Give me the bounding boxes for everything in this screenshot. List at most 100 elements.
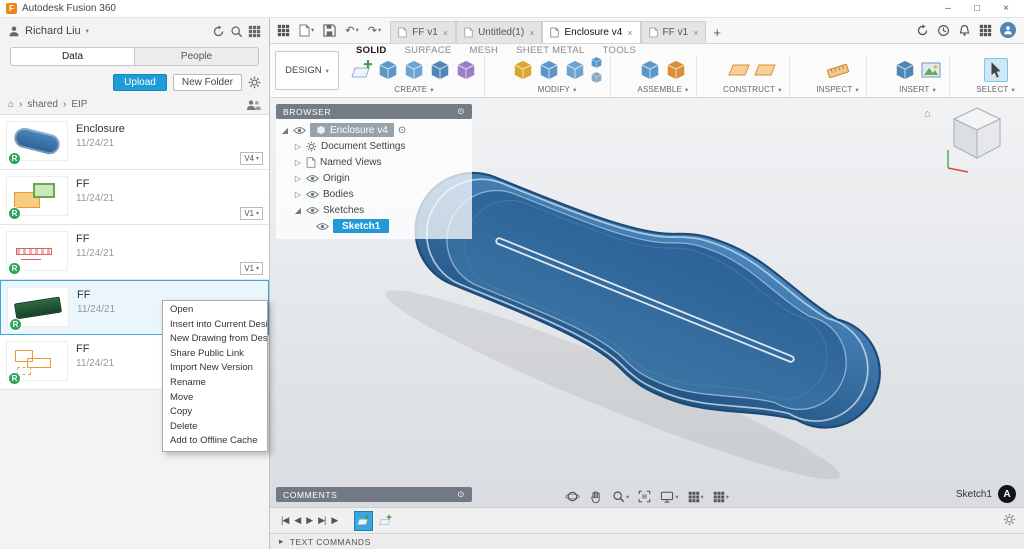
undo-button[interactable]: ↶▾ (342, 20, 361, 40)
new-tab-button[interactable]: + (706, 21, 728, 43)
assistant-icon[interactable]: A (998, 485, 1016, 503)
version-chip[interactable]: V1 ▾ (240, 207, 263, 220)
tab-close-icon[interactable]: × (627, 28, 632, 38)
search-icon[interactable] (230, 25, 243, 38)
select-cursor-icon[interactable] (987, 61, 1005, 79)
redo-button[interactable]: ↷▾ (365, 20, 384, 40)
visibility-eye-icon[interactable] (306, 174, 319, 183)
apps-grid-icon[interactable] (979, 24, 992, 37)
shell-icon[interactable] (564, 59, 586, 81)
timeline-skip-end-button[interactable]: ▶| (315, 515, 328, 526)
orbit-button[interactable] (565, 489, 580, 504)
visibility-eye-icon[interactable] (306, 206, 319, 215)
browser-node-sketches[interactable]: ◢ Sketches (276, 202, 472, 218)
box-icon[interactable] (377, 59, 399, 81)
revolve-icon[interactable] (429, 59, 451, 81)
doc-tab-ff-v1-2[interactable]: FF v1 × (641, 21, 707, 43)
timeline-step-back-button[interactable]: ◀ (291, 515, 303, 526)
user-name-menu[interactable]: Richard Liu (25, 25, 81, 37)
version-chip[interactable]: V1 ▾ (240, 262, 263, 275)
joint-icon[interactable] (665, 59, 687, 81)
tree-expanded-icon[interactable]: ◢ (294, 206, 302, 215)
workspace-switcher-button[interactable]: DESIGN ▾ (275, 51, 339, 90)
browser-node-origin[interactable]: ▷ Origin (276, 170, 472, 186)
file-menu-button[interactable]: ▾ (296, 20, 317, 40)
root-component-chip[interactable]: Enclosure v4 (310, 123, 394, 137)
viewport[interactable]: BROWSER ⊙ ◢ Enclosure v4 ⊙ (270, 98, 1024, 507)
timeline-skip-start-button[interactable]: |◀ (278, 515, 291, 526)
user-avatar[interactable] (1000, 22, 1016, 38)
offset-plane-icon[interactable] (728, 59, 750, 81)
browser-header[interactable]: BROWSER ⊙ (276, 104, 472, 119)
create-form-icon[interactable] (455, 59, 477, 81)
share-people-icon[interactable] (246, 99, 261, 111)
job-status-icon[interactable] (916, 24, 929, 37)
menu-item-insert-into-current-design[interactable]: Insert into Current Design (163, 318, 267, 333)
visibility-eye-icon[interactable] (293, 126, 306, 135)
fit-button[interactable] (638, 490, 651, 503)
list-item-ff-2[interactable]: R FF 11/24/21 V1 ▾ (0, 225, 269, 280)
doc-tab-enclosure-v4-active[interactable]: Enclosure v4 × (542, 21, 640, 43)
canvas-icon[interactable] (920, 59, 942, 81)
ribbon-tab-surface[interactable]: SURFACE (405, 45, 452, 56)
group-label-inspect[interactable]: INSPECT▾ (816, 84, 859, 97)
measure-icon[interactable] (827, 59, 849, 81)
menu-item-new-drawing-from-design[interactable]: New Drawing from Design (163, 332, 267, 347)
save-button[interactable] (320, 20, 339, 40)
tree-expanded-icon[interactable]: ◢ (281, 126, 289, 135)
ribbon-tab-solid[interactable]: SOLID (356, 45, 387, 56)
clock-icon[interactable] (937, 24, 950, 37)
timeline-settings-gear-icon[interactable] (1003, 513, 1016, 529)
doc-tab-untitled-1[interactable]: Untitled(1) × (456, 21, 542, 43)
group-label-construct[interactable]: CONSTRUCT▾ (723, 84, 782, 97)
pan-button[interactable] (589, 490, 603, 504)
timeline-feature-sketch2[interactable] (376, 511, 395, 531)
viewports-button[interactable]: ▾ (713, 491, 729, 503)
close-button[interactable]: × (994, 0, 1018, 17)
list-item-enclosure[interactable]: R Enclosure 11/24/21 V4 ▾ (0, 115, 269, 170)
data-panel-toggle-button[interactable] (274, 20, 293, 40)
notification-bell-icon[interactable] (958, 24, 971, 37)
browser-node-sketch1-selected[interactable]: Sketch1 (276, 218, 472, 234)
breadcrumb-current[interactable]: EIP (71, 99, 87, 110)
visibility-eye-icon[interactable] (316, 222, 329, 231)
group-label-create[interactable]: CREATE▾ (394, 84, 434, 97)
ribbon-tab-sheet-metal[interactable]: SHEET METAL (516, 45, 584, 56)
construction-plane-icon[interactable] (754, 59, 776, 81)
browser-node-bodies[interactable]: ▷ Bodies (276, 186, 472, 202)
tree-collapsed-icon[interactable]: ▷ (294, 190, 302, 199)
breadcrumb-root[interactable]: shared (27, 99, 58, 110)
display-settings-button[interactable]: ▾ (660, 491, 678, 503)
browser-node-named-views[interactable]: ▷ Named Views (276, 154, 472, 170)
create-sketch-icon[interactable] (351, 59, 373, 81)
tab-close-icon[interactable]: × (693, 28, 698, 38)
version-chip[interactable]: V4 ▾ (240, 152, 263, 165)
grid-snap-button[interactable]: ▾ (688, 491, 704, 503)
insert-derive-icon[interactable] (894, 59, 916, 81)
offset-face-icon[interactable] (590, 71, 603, 84)
comments-panel[interactable]: COMMENTS ⊙ (276, 487, 472, 502)
tab-people[interactable]: People (135, 47, 259, 66)
zoom-button[interactable]: ▾ (612, 490, 629, 503)
menu-item-open[interactable]: Open (163, 303, 267, 318)
view-cube[interactable]: ⌂ (938, 102, 1016, 177)
panel-dock-icon[interactable]: ⊙ (457, 489, 465, 500)
list-item-ff-1[interactable]: R FF 11/24/21 V1 ▾ (0, 170, 269, 225)
tree-collapsed-icon[interactable]: ▷ (294, 142, 302, 151)
panel-settings-gear-icon[interactable] (248, 76, 261, 89)
ribbon-tab-mesh[interactable]: MESH (470, 45, 499, 56)
menu-item-add-to-offline-cache[interactable]: Add to Offline Cache (163, 434, 267, 449)
panel-dock-icon[interactable]: ⊙ (457, 106, 465, 117)
text-commands-bar[interactable]: ▸ TEXT COMMANDS (270, 533, 1024, 549)
group-label-select[interactable]: SELECT▾ (976, 84, 1015, 97)
menu-item-delete[interactable]: Delete (163, 420, 267, 435)
timeline-feature-sketch1-selected[interactable] (354, 511, 373, 531)
group-label-modify[interactable]: MODIFY▾ (538, 84, 577, 97)
tree-collapsed-icon[interactable]: ▷ (294, 158, 302, 167)
menu-item-copy[interactable]: Copy (163, 405, 267, 420)
menu-item-share-public-link[interactable]: Share Public Link (163, 347, 267, 362)
maximize-button[interactable]: □ (965, 0, 989, 17)
visibility-eye-icon[interactable] (306, 190, 319, 199)
browser-node-document-settings[interactable]: ▷ Document Settings (276, 138, 472, 154)
group-label-assemble[interactable]: ASSEMBLE▾ (637, 84, 688, 97)
